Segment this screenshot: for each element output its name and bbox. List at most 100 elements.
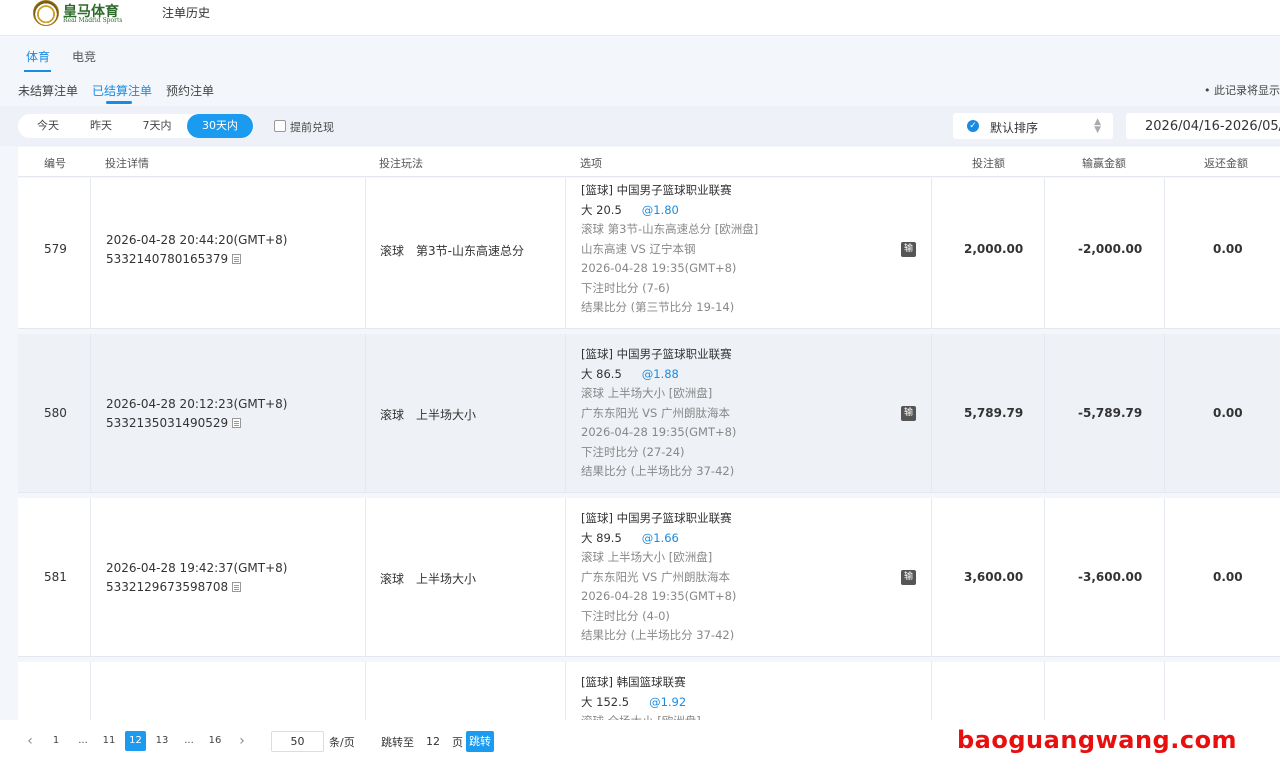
market: 滚球 第3节-山东高速总分 [欧洲盘] [581,222,759,236]
bet-history-table: 编号 投注详情 投注玩法 选项 投注额 输赢金额 返还金额 579 2026-0… [18,147,1280,720]
selection-details: [篮球] 中国男子篮球职业联赛 大 86.5 @1.88 滚球 上半场大小 [欧洲… [581,345,736,482]
league: [篮球] 中国男子篮球职业联赛 [581,511,732,525]
range-30days[interactable]: 30天内 [187,114,253,138]
match-time: 2026-04-28 19:35(GMT+8) [581,589,737,603]
returned: 0.00 [1213,242,1243,256]
pick: 大 89.5 @1.66 [581,530,679,545]
watermark: baoguangwang.com [957,726,1238,754]
order-number: 5332129673598708 [106,580,242,594]
copy-icon[interactable] [232,254,242,264]
record-note: • 此记录将显示 [1204,84,1280,97]
tab-sports[interactable]: 体育 [26,48,50,65]
match: 广东东阳光 VS 广州朗肽海本 [581,569,730,584]
active-subtab-indicator [106,101,132,104]
play-type: 滚球 上半场大小 [380,408,477,422]
table-header: 编号 投注详情 投注玩法 选项 投注额 输赢金额 返还金额 [18,147,1280,177]
col-stake: 投注额 [972,157,1005,170]
copy-icon[interactable] [232,582,242,592]
pick: 大 86.5 @1.88 [581,366,679,381]
league: [篮球] 中国男子篮球职业联赛 [581,347,732,361]
lose-badge: 输 [901,242,916,257]
range-today[interactable]: 今天 [24,114,72,138]
order-number: 5332140780165379 [106,252,242,266]
odds: @1.92 [649,694,687,709]
page-link[interactable]: 11 [99,731,119,751]
active-tab-indicator [24,70,51,72]
match: 广东东阳光 VS 广州朗肽海本 [581,405,730,420]
table-row[interactable]: 579 2026-04-28 20:44:20(GMT+8) 533214078… [18,178,1280,329]
jump-label: 跳转至 [381,736,414,749]
sort-select[interactable]: ✓ 默认排序 ▲ ▼ [953,113,1113,139]
bet-time: 2026-04-28 20:12:23(GMT+8) [106,397,288,411]
page-ellipsis[interactable]: ... [73,731,93,751]
table-row[interactable]: 580 2026-04-28 20:12:23(GMT+8) 533213503… [18,334,1280,493]
sort-label: 默认排序 [990,121,1039,135]
page-link[interactable]: 13 [152,731,172,751]
stake: 5,789.79 [964,406,1024,420]
top-bar: 皇马体育 Real Madrid Sports 注单历史 [0,0,1280,36]
bet-id: 579 [44,242,67,256]
col-id: 编号 [44,157,66,170]
col-win-loss: 输赢金额 [1082,157,1126,170]
next-page-button[interactable]: › [234,731,250,751]
result-score: 结果比分 (上半场比分 37-42) [581,628,735,642]
bet-id: 581 [44,570,67,584]
tab-esports[interactable]: 电竞 [72,48,96,65]
bet-status-tabs: 未结算注单 已结算注单 预约注单 • 此记录将显示 [0,76,1280,104]
stake: 2,000.00 [964,242,1024,256]
match-time: 2026-04-28 19:35(GMT+8) [581,261,737,275]
page-title: 注单历史 [162,6,211,20]
market: 滚球 上半场大小 [欧洲盘] [581,386,713,400]
odds: @1.66 [641,530,679,545]
score-at-bet: 下注时比分 (27-24) [581,444,685,459]
jump-button[interactable]: 跳转 [466,731,494,752]
page-ellipsis[interactable]: ... [179,731,199,751]
win-loss: -3,600.00 [1078,570,1143,584]
page-size-input[interactable]: 50 [271,731,324,752]
odds: @1.80 [641,202,679,217]
win-loss: -5,789.79 [1078,406,1143,420]
score-at-bet: 下注时比分 (4-0) [581,608,670,623]
table-row[interactable]: 581 2026-04-28 19:42:37(GMT+8) 533212967… [18,498,1280,657]
tab-reserved[interactable]: 预约注单 [166,82,214,99]
logo[interactable]: 皇马体育 Real Madrid Sports [33,0,125,28]
table-row[interactable]: [篮球] 韩国篮球联赛 大 152.5@1.92 滚球 全场大小 [欧洲盘] [18,662,1280,720]
prev-page-button[interactable]: ‹ [22,731,38,751]
pick: 大 152.5 @1.92 [581,694,687,709]
early-cashout-checkbox[interactable] [274,120,286,132]
match-time: 2026-04-28 19:35(GMT+8) [581,425,737,439]
range-yesterday[interactable]: 昨天 [77,114,125,138]
selection-details: [篮球] 中国男子篮球职业联赛 大 20.5 @1.80 滚球 第3节-山东高速总… [581,181,758,318]
page-link-current[interactable]: 12 [125,731,146,751]
date-range-value: 2026/04/16-2026/05/1 [1145,119,1280,134]
filter-bar: 今天 昨天 7天内 30天内 提前兑现 ✓ 默认排序 ▲ ▼ 2026/04/16… [0,106,1280,146]
range-7days[interactable]: 7天内 [130,114,184,138]
date-range-selector: 今天 昨天 7天内 30天内 [18,114,254,138]
selection-details: [篮球] 韩国篮球联赛 大 152.5@1.92 滚球 全场大小 [欧洲盘] [581,673,701,720]
returned: 0.00 [1213,406,1243,420]
col-selection: 选项 [580,157,602,170]
copy-icon[interactable] [232,418,242,428]
tab-unsettled[interactable]: 未结算注单 [18,82,78,99]
early-cashout-label: 提前兑现 [290,121,334,134]
tab-settled[interactable]: 已结算注单 [92,82,152,99]
date-range-picker[interactable]: 2026/04/16-2026/05/1 [1126,113,1280,139]
sport-tabs: 体育 电竞 [0,37,1280,75]
jump-page-input[interactable]: 12 [419,731,447,752]
page-unit-label: 页 [452,736,463,749]
lose-badge: 输 [901,570,916,585]
stake: 3,600.00 [964,570,1024,584]
score-at-bet: 下注时比分 (7-6) [581,280,670,295]
play-type: 滚球 第3节-山东高速总分 [380,244,524,258]
market: 滚球 上半场大小 [欧洲盘] [581,550,713,564]
selection-details: [篮球] 中国男子篮球职业联赛 大 89.5 @1.66 滚球 上半场大小 [欧洲… [581,509,736,646]
page-link[interactable]: 1 [46,731,66,751]
play-type: 滚球 上半场大小 [380,572,477,586]
match: 山东高速 VS 辽宁本钢 [581,241,696,256]
bet-time: 2026-04-28 20:44:20(GMT+8) [106,233,288,247]
league: [篮球] 韩国篮球联赛 [581,675,686,689]
page-link[interactable]: 16 [205,731,225,751]
odds: @1.88 [641,366,679,381]
select-arrows-icon: ▲ ▼ [1094,117,1101,135]
result-score: 结果比分 (第三节比分 19-14) [581,300,735,314]
